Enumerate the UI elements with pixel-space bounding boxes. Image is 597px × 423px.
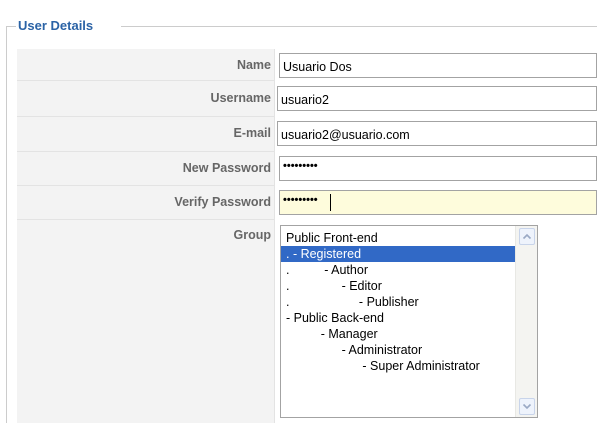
group-option[interactable]: . - Publisher: [281, 294, 515, 310]
email-input-value: usuario2@usuario.com: [281, 128, 410, 142]
verify-password-row: Verify Password •••••••••: [17, 186, 597, 220]
name-label-cell: Name: [17, 49, 275, 81]
email-label-cell: E-mail: [17, 117, 275, 152]
name-input[interactable]: Usuario Dos: [279, 53, 597, 78]
verify-password-masked-value: •••••••••: [283, 194, 318, 206]
username-label: Username: [210, 91, 271, 105]
username-input[interactable]: usuario2: [277, 86, 597, 111]
new-password-label: New Password: [182, 161, 271, 175]
group-label: Group: [233, 228, 272, 242]
group-option[interactable]: - Manager: [281, 326, 515, 342]
name-input-value: Usuario Dos: [283, 60, 352, 74]
email-row: E-mail usuario2@usuario.com: [17, 117, 597, 152]
new-password-label-cell: New Password: [17, 152, 275, 186]
email-input[interactable]: usuario2@usuario.com: [277, 121, 597, 146]
group-option[interactable]: - Super Administrator: [281, 358, 515, 374]
fieldset-border: [121, 26, 597, 27]
group-label-cell: Group: [17, 220, 275, 423]
chevron-up-icon[interactable]: [519, 228, 535, 245]
username-row: Username usuario2: [17, 81, 597, 117]
username-input-value: usuario2: [281, 93, 329, 107]
fieldset-legend: User Details: [18, 18, 94, 33]
group-option[interactable]: - Administrator: [281, 342, 515, 358]
group-option[interactable]: . - Registered: [281, 246, 515, 262]
name-label: Name: [236, 58, 271, 72]
verify-password-label-cell: Verify Password: [17, 186, 275, 220]
fieldset-border: [6, 26, 16, 27]
group-option[interactable]: - Public Back-end: [281, 310, 515, 326]
group-option[interactable]: . - Author: [281, 262, 515, 278]
group-option[interactable]: . - Editor: [281, 278, 515, 294]
new-password-masked-value: •••••••••: [283, 160, 318, 172]
verify-password-input[interactable]: •••••••••: [279, 190, 597, 215]
chevron-down-icon[interactable]: [519, 398, 535, 415]
listbox-scrollbar[interactable]: [515, 226, 537, 417]
email-label: E-mail: [233, 126, 271, 140]
group-listbox[interactable]: Public Front-end. - Registered. - Author…: [280, 225, 538, 418]
fieldset-border: [6, 26, 7, 423]
group-options: Public Front-end. - Registered. - Author…: [281, 230, 515, 374]
group-option[interactable]: Public Front-end: [281, 230, 515, 246]
verify-password-label: Verify Password: [174, 195, 271, 209]
new-password-row: New Password •••••••••: [17, 152, 597, 186]
new-password-input[interactable]: •••••••••: [279, 156, 597, 181]
username-label-cell: Username: [17, 81, 275, 117]
name-row: Name Usuario Dos: [17, 49, 597, 81]
text-caret: [330, 194, 331, 211]
